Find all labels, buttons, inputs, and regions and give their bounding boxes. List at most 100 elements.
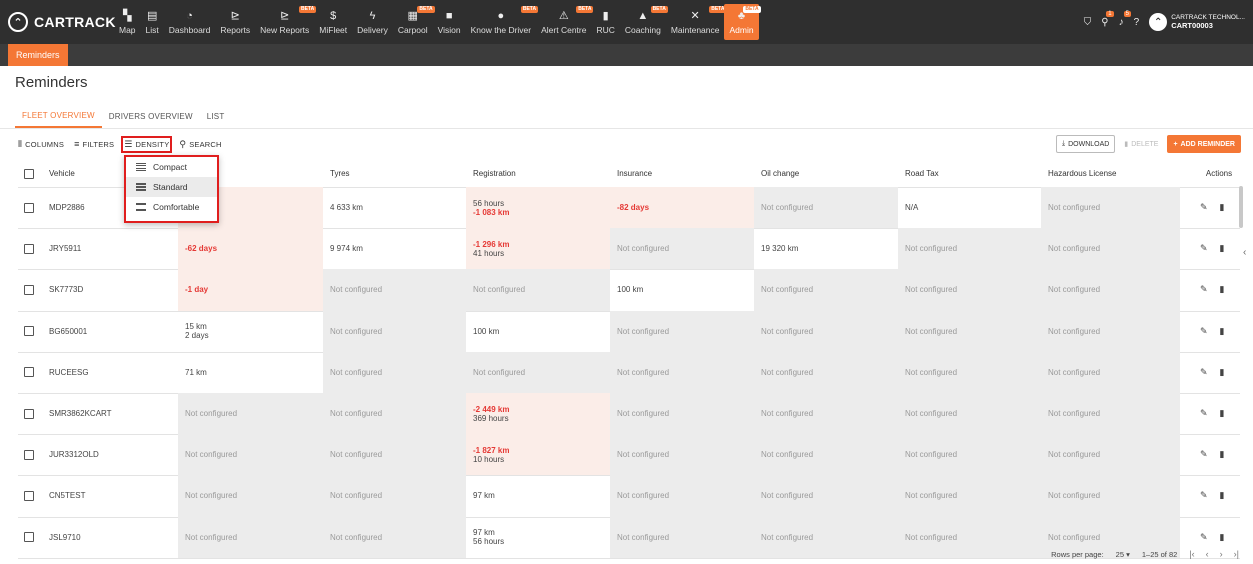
delete-icon[interactable]: ▮ — [1220, 532, 1225, 543]
nav-item-alert-centre[interactable]: ⚠ Alert Centre BETA — [536, 4, 594, 40]
delete-icon[interactable]: ▮ — [1220, 449, 1225, 460]
column-header[interactable]: Registration — [466, 160, 610, 187]
edit-icon[interactable]: ✎ — [1200, 284, 1208, 295]
nav-item-maintenance[interactable]: ✕ Maintenance BETA — [666, 4, 727, 40]
last-page-icon[interactable]: ›| — [1234, 549, 1239, 559]
select-all-checkbox[interactable] — [18, 160, 38, 187]
edit-icon[interactable]: ✎ — [1200, 490, 1208, 501]
cell-value: Not configured — [330, 409, 383, 419]
row-checkbox[interactable] — [18, 434, 38, 475]
cell-value: Not configured — [330, 450, 383, 460]
cell-value: Not configured — [617, 532, 670, 542]
reminder-cell: 97 km — [466, 475, 610, 516]
reminder-cell: 9 974 km — [323, 228, 466, 269]
delete-icon[interactable]: ▮ — [1220, 490, 1225, 501]
row-checkbox[interactable] — [18, 311, 38, 352]
density-option-compact[interactable]: Compact — [126, 157, 217, 177]
rows-per-page-select[interactable]: 25 ▾ — [1116, 550, 1130, 559]
coaching-icon: ▲ — [637, 9, 649, 22]
cartrack-logo[interactable]: ⌃ CARTRACK — [8, 11, 116, 33]
edit-icon[interactable]: ✎ — [1200, 243, 1208, 254]
density-option-standard[interactable]: Standard — [126, 177, 217, 197]
row-checkbox[interactable] — [18, 352, 38, 393]
reminder-cell: -2 449 km 369 hours — [466, 393, 610, 435]
edit-icon[interactable]: ✎ — [1200, 367, 1208, 378]
download-button[interactable]: ⤓ DOWNLOAD — [1056, 135, 1116, 153]
nav-item-label: Know the Driver — [470, 24, 532, 35]
filters-button[interactable]: ≡ FILTERS — [74, 139, 114, 149]
column-header[interactable]: Hazardous License — [1041, 160, 1180, 187]
nav-item-dashboard[interactable]: ◔ Dashboard — [164, 4, 216, 40]
delete-icon[interactable]: ▮ — [1220, 408, 1225, 419]
next-page-icon[interactable]: › — [1220, 549, 1223, 559]
sub-navigation-bar: Reminders — [0, 44, 1253, 66]
tab-drivers-overview[interactable]: DRIVERS OVERVIEW — [102, 104, 200, 128]
cell-value: -2 449 km — [473, 404, 510, 414]
alert-count-badge: 1 — [1106, 10, 1114, 17]
edit-icon[interactable]: ✎ — [1200, 532, 1208, 543]
add-reminder-button[interactable]: + ADD REMINDER — [1167, 135, 1241, 153]
reminder-cell: 56 hours -1 083 km — [466, 187, 610, 229]
edit-icon[interactable]: ✎ — [1200, 408, 1208, 419]
column-header[interactable]: Road Tax — [898, 160, 1041, 187]
search-alert-icon[interactable]: ⚲ 1 — [1101, 10, 1114, 28]
nav-item-map[interactable]: ▚ Map — [114, 4, 141, 40]
nav-item-ruc[interactable]: ▮ RUC — [591, 4, 619, 40]
help-icon[interactable]: ? — [1134, 17, 1140, 28]
vertical-scrollbar[interactable] — [1239, 186, 1243, 228]
delete-icon[interactable]: ▮ — [1220, 326, 1225, 337]
row-checkbox[interactable] — [18, 475, 38, 516]
edit-icon[interactable]: ✎ — [1200, 326, 1208, 337]
bell-icon[interactable]: ♪ 5 — [1119, 10, 1131, 28]
first-page-icon[interactable]: |‹ — [1189, 549, 1194, 559]
rows-per-page-label: Rows per page: — [1051, 549, 1104, 559]
cell-value: Not configured — [1048, 326, 1101, 336]
edit-icon[interactable]: ✎ — [1200, 202, 1208, 213]
nav-item-admin[interactable]: ♣ Admin BETA — [724, 4, 761, 40]
prev-page-icon[interactable]: ‹ — [1206, 549, 1209, 559]
density-button[interactable]: ☰ DENSITY — [121, 135, 173, 153]
subtab-reminders[interactable]: Reminders — [8, 44, 68, 66]
reminder-cell: Not configured — [323, 475, 466, 517]
shield-icon[interactable]: ⛉ — [1084, 17, 1092, 28]
row-checkbox[interactable] — [18, 517, 38, 558]
tab-fleet-overview[interactable]: FLEET OVERVIEW — [15, 104, 102, 128]
density-option-comfortable[interactable]: Comfortable — [126, 197, 217, 217]
search-button[interactable]: ⚲ SEARCH — [179, 139, 221, 150]
cell-value: Not configured — [905, 244, 958, 254]
delete-icon[interactable]: ▮ — [1220, 243, 1225, 254]
row-checkbox[interactable] — [18, 393, 38, 434]
delete-icon[interactable]: ▮ — [1220, 367, 1225, 378]
row-checkbox[interactable] — [18, 269, 38, 310]
nav-item-mifleet[interactable]: $ MiFleet — [314, 4, 352, 40]
row-actions: ✎ ▮ — [1180, 434, 1240, 475]
nav-item-vision[interactable]: ■ Vision — [433, 4, 466, 40]
delete-button[interactable]: ▮ DELETE — [1120, 135, 1162, 153]
edit-icon[interactable]: ✎ — [1200, 449, 1208, 460]
nav-item-coaching[interactable]: ▲ Coaching BETA — [620, 4, 668, 40]
tab-list[interactable]: LIST — [200, 104, 232, 128]
nav-item-list[interactable]: ▤ List — [141, 4, 164, 40]
column-header[interactable]: Insurance — [610, 160, 754, 187]
column-header[interactable]: Actions — [1180, 160, 1240, 187]
reminder-cell: -62 days — [178, 228, 323, 270]
nav-item-carpool[interactable]: ▦ Carpool BETA — [393, 4, 435, 40]
nav-item-new-reports[interactable]: ⊵ New Reports BETA — [255, 4, 317, 40]
account-menu[interactable]: ⌃ CARTRACK TECHNOL... CART00003 — [1149, 13, 1245, 31]
pagination: Rows per page: 25 ▾ 1–25 of 82 |‹ ‹ › ›| — [1051, 547, 1239, 561]
columns-button[interactable]: ⦀ COLUMNS — [18, 139, 64, 150]
nav-item-know-the-driver[interactable]: ● Know the Driver BETA — [466, 4, 539, 40]
nav-item-delivery[interactable]: ϟ Delivery — [352, 4, 393, 40]
cell-value: 97 km — [473, 491, 495, 501]
row-checkbox[interactable] — [18, 228, 38, 269]
nav-item-label: Dashboard — [168, 24, 211, 35]
column-header[interactable]: Tyres — [323, 160, 466, 187]
column-header[interactable]: Oil change — [754, 160, 898, 187]
grid-toolbar: ⦀ COLUMNS ≡ FILTERS ☰ DENSITY ⚲ SEARCH — [18, 135, 222, 153]
row-checkbox[interactable] — [18, 187, 38, 228]
collapse-panel-icon[interactable]: ‹ — [1243, 247, 1246, 258]
delete-icon[interactable]: ▮ — [1220, 202, 1225, 213]
delete-icon[interactable]: ▮ — [1220, 284, 1225, 295]
nav-item-reports[interactable]: ⊵ Reports — [215, 4, 255, 40]
reminder-cell: Not configured — [754, 310, 898, 352]
